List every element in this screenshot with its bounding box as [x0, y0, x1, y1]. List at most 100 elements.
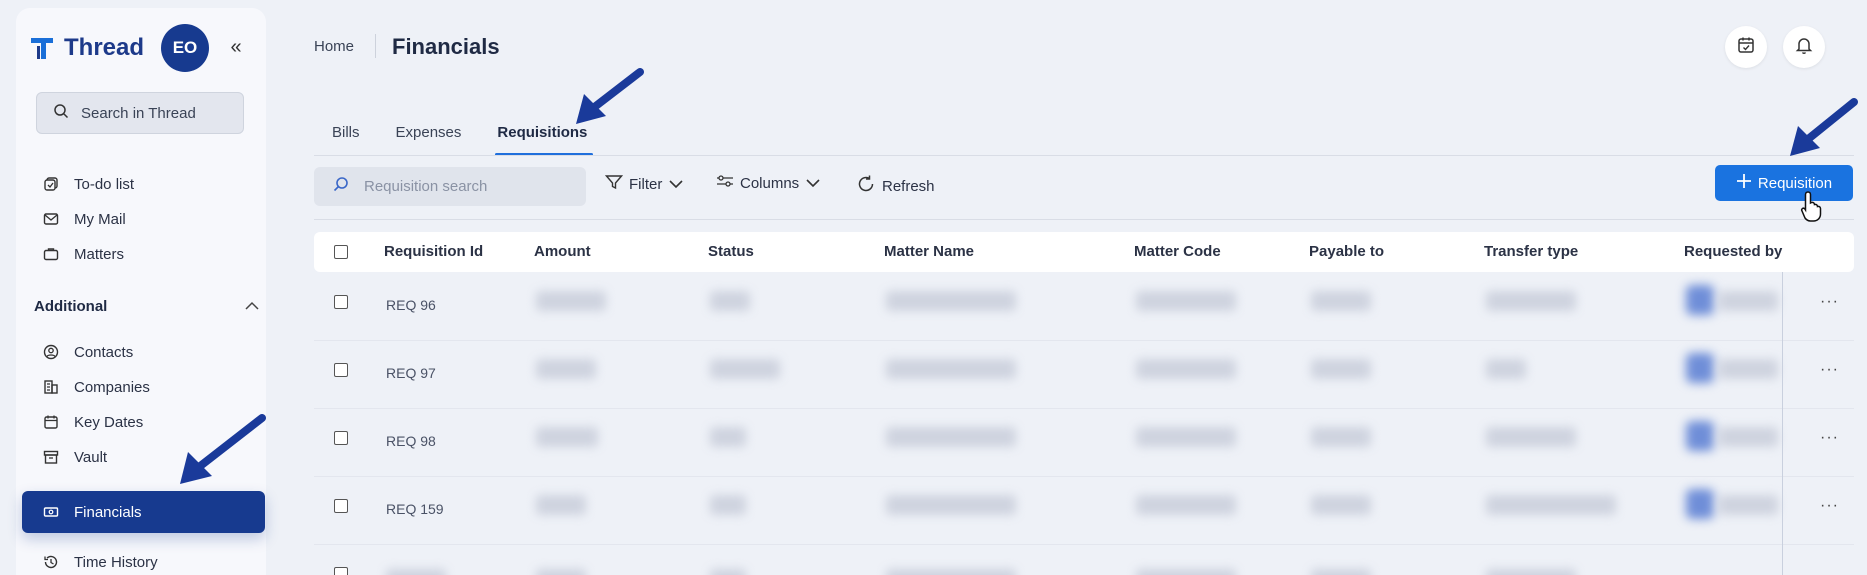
blurred-matter-code: [1136, 427, 1236, 447]
blurred-payable-to: [1311, 495, 1371, 515]
section-additional-toggle[interactable]: Additional: [34, 298, 260, 315]
refresh-icon: [856, 174, 876, 198]
sidebar-item-financials[interactable]: Financials: [22, 491, 265, 533]
sidebar: Thread EO « Search in Thread To-do list …: [16, 8, 266, 575]
blurred-requester-name: [1718, 495, 1778, 515]
row-menu-icon[interactable]: ···: [1820, 429, 1839, 447]
tab-expenses[interactable]: Expenses: [378, 122, 480, 156]
contact-icon: [42, 343, 60, 361]
building-icon: [42, 378, 60, 396]
calendar-icon: [42, 413, 60, 431]
table-row[interactable]: REQ 97 ···: [314, 341, 1854, 409]
user-avatar[interactable]: EO: [161, 24, 209, 72]
blurred-matter-name: [886, 569, 1016, 575]
chevron-down-icon: [805, 175, 821, 192]
global-search-placeholder: Search in Thread: [81, 104, 196, 122]
blurred-transfer-type: [1486, 495, 1616, 515]
column-header[interactable]: Payable to: [1309, 243, 1384, 260]
column-header[interactable]: Transfer type: [1484, 243, 1578, 260]
table-row[interactable]: REQ 96 ···: [314, 273, 1854, 341]
thread-logo-icon: [28, 34, 56, 62]
table-header: Requisition Id Amount Status Matter Name…: [314, 232, 1854, 272]
tab-requisitions[interactable]: Requisitions: [479, 122, 605, 156]
columns-button[interactable]: Columns: [716, 174, 821, 192]
sidebar-item-label: Matters: [74, 245, 125, 263]
plus-icon: [1736, 173, 1752, 193]
notifications-button[interactable]: [1783, 26, 1825, 68]
filter-button[interactable]: Filter: [604, 174, 684, 194]
requisition-id: REQ 159: [386, 501, 444, 517]
blurred-matter-code: [1136, 569, 1236, 575]
collapse-sidebar-button[interactable]: «: [224, 36, 248, 60]
requisition-id: REQ 97: [386, 365, 436, 381]
blurred-status: [710, 569, 746, 575]
filter-icon: [604, 174, 624, 194]
sidebar-item-label: Companies: [74, 378, 150, 396]
sidebar-item-label: To-do list: [74, 175, 135, 193]
refresh-label: Refresh: [882, 177, 935, 195]
row-checkbox[interactable]: [334, 567, 348, 575]
row-checkbox[interactable]: [334, 295, 348, 309]
breadcrumb-home[interactable]: Home: [314, 38, 354, 55]
hand-cursor-icon: [1800, 191, 1822, 222]
blurred-transfer-type: [1486, 291, 1576, 311]
requisition-search-placeholder: Requisition search: [364, 178, 488, 195]
requisition-search-input[interactable]: Requisition search: [314, 167, 586, 206]
row-checkbox[interactable]: [334, 499, 348, 513]
blurred-matter-name: [886, 495, 1016, 515]
column-header[interactable]: Requisition Id: [384, 243, 483, 260]
row-menu-icon[interactable]: ···: [1820, 497, 1839, 515]
blurred-matter-name: [886, 359, 1016, 379]
select-all-checkbox[interactable]: [334, 245, 348, 259]
blurred-status: [710, 427, 746, 447]
row-checkbox[interactable]: [334, 363, 348, 377]
column-header[interactable]: Matter Name: [884, 243, 974, 260]
annotation-arrow-requisitions-tab: [576, 68, 644, 124]
add-requisition-button[interactable]: Requisition: [1715, 165, 1853, 201]
sidebar-item-label: My Mail: [74, 210, 126, 228]
table-row[interactable]: [314, 545, 1854, 575]
global-search-input[interactable]: Search in Thread: [36, 92, 244, 134]
todo-icon: [42, 175, 60, 193]
financials-tabs: Bills Expenses Requisitions: [314, 122, 605, 156]
app-name: Thread: [64, 34, 145, 61]
sidebar-item-vault[interactable]: Vault: [22, 436, 265, 478]
calendar-check-icon: [1736, 35, 1756, 60]
row-checkbox[interactable]: [334, 431, 348, 445]
refresh-button[interactable]: Refresh: [856, 174, 935, 198]
row-menu-icon[interactable]: ···: [1820, 293, 1839, 311]
blurred-status: [710, 495, 746, 515]
add-requisition-label: Requisition: [1757, 174, 1833, 192]
blurred-amount: [536, 495, 586, 515]
row-menu-icon[interactable]: ···: [1820, 361, 1839, 379]
sliders-icon: [716, 174, 734, 192]
column-header[interactable]: Status: [708, 243, 754, 260]
mail-icon: [42, 210, 60, 228]
annotation-arrow-add-button: [1790, 98, 1858, 156]
app-logo[interactable]: Thread: [28, 34, 144, 62]
sidebar-item-label: Financials: [74, 503, 142, 521]
toolbar-divider: [314, 219, 1854, 220]
briefcase-icon: [42, 245, 60, 263]
table-row[interactable]: REQ 159 ···: [314, 477, 1854, 545]
column-header[interactable]: Matter Code: [1134, 243, 1221, 260]
search-icon: [332, 176, 350, 198]
blurred-transfer-type: [1486, 569, 1576, 575]
blurred-amount: [536, 291, 606, 311]
tab-bills[interactable]: Bills: [314, 122, 378, 156]
column-header[interactable]: Requested by: [1684, 243, 1782, 260]
sidebar-item-time-history[interactable]: Time History: [22, 541, 265, 575]
chevron-up-icon: [244, 298, 260, 315]
blurred-transfer-type: [1486, 427, 1576, 447]
section-label: Additional: [34, 298, 108, 315]
sidebar-item-matters[interactable]: Matters: [22, 233, 265, 275]
table-row[interactable]: REQ 98 ···: [314, 409, 1854, 477]
blurred-payable-to: [1311, 569, 1371, 575]
blurred-matter-code: [1136, 495, 1236, 515]
column-header[interactable]: Amount: [534, 243, 591, 260]
sidebar-item-label: Contacts: [74, 343, 134, 361]
calendar-button[interactable]: [1725, 26, 1767, 68]
blurred-amount: [536, 427, 598, 447]
blurred-requester-avatar: [1686, 285, 1714, 315]
sidebar-item-label: Time History: [74, 553, 158, 571]
